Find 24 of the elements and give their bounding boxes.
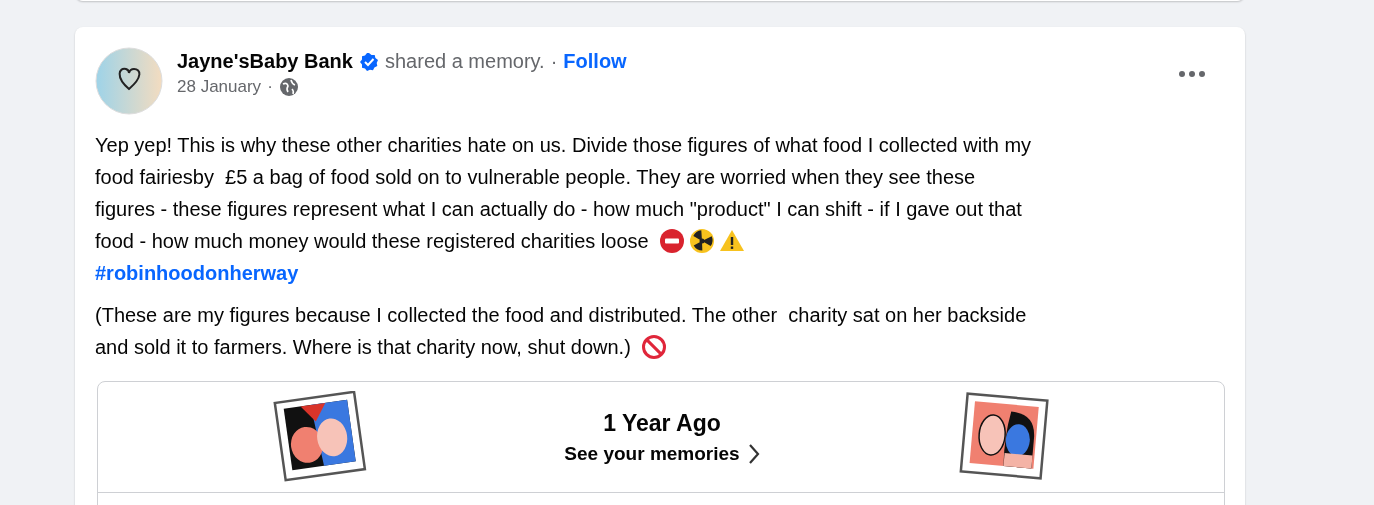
no-entry-icon <box>658 228 685 254</box>
post-date[interactable]: 28 January <box>177 77 262 97</box>
globe-icon <box>278 77 299 97</box>
chevron-right-icon <box>747 442 760 465</box>
follow-link[interactable]: Follow <box>563 50 627 73</box>
post-text: (These are my figures because I collected the food and distributed. The other charity sat on her backside <box>95 303 1027 328</box>
post-text: and sold it to farmers. Where is that charity now, shut down.) <box>95 335 631 360</box>
author-name[interactable]: Jayne'sBaby Bank <box>177 50 353 73</box>
separator-dot: · <box>267 77 273 97</box>
hashtag-link[interactable]: #robinhoodonherway <box>95 257 299 289</box>
separator-dot: · <box>550 50 558 73</box>
avatar[interactable] <box>95 47 163 115</box>
post-text: food fairiesby £5 a bag of food sold on to vulnerable people. They are worried when they see these <box>95 165 976 190</box>
post-text: food - how much money would these registered charities loose <box>95 229 649 254</box>
memory-card[interactable]: 1 Year Ago See your memories <box>97 381 1225 505</box>
shared-memory-text: shared a memory. <box>384 50 545 73</box>
see-memories-link[interactable]: See your memories <box>564 442 760 465</box>
post-text: Yep yep! This is why these other charities hate on us. Divide those figures of what food I collected with my <box>95 133 1032 158</box>
post-text: figures - these figures represent what I can actually do - how much "product" I can shift - if I gave out that <box>95 197 1022 222</box>
radioactive-icon <box>688 228 715 254</box>
more-options-icon[interactable] <box>1177 69 1207 79</box>
prohibited-icon <box>640 334 667 360</box>
warning-icon <box>718 228 745 254</box>
memory-title: 1 Year Ago <box>603 409 721 437</box>
